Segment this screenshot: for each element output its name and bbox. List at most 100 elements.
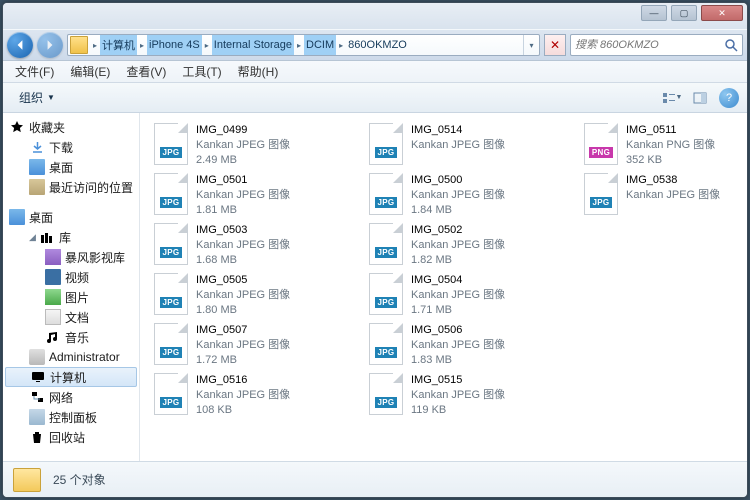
status-count: 25 个对象 bbox=[53, 471, 106, 488]
file-type: Kankan JPEG 图像 bbox=[196, 338, 290, 353]
tree-videos[interactable]: 视频 bbox=[3, 267, 139, 287]
tree-desktop-fav[interactable]: 桌面 bbox=[3, 157, 139, 177]
chevron-icon[interactable]: ▸ bbox=[336, 35, 346, 55]
organize-button[interactable]: 组织 ▼ bbox=[11, 87, 63, 108]
titlebar[interactable]: — ▢ ✕ bbox=[3, 3, 747, 29]
file-item[interactable]: PNGIMG_0511Kankan PNG 图像352 KB bbox=[582, 121, 747, 171]
file-jpg-icon: JPG bbox=[154, 373, 188, 415]
folder-icon bbox=[70, 36, 88, 54]
file-item[interactable]: JPGIMG_0502Kankan JPEG 图像1.82 MB bbox=[367, 221, 582, 271]
menu-tools[interactable]: 工具(T) bbox=[176, 61, 227, 82]
help-button[interactable]: ? bbox=[719, 88, 739, 108]
file-jpg-icon: JPG bbox=[369, 173, 403, 215]
menu-edit[interactable]: 编辑(E) bbox=[64, 61, 116, 82]
file-name: IMG_0511 bbox=[626, 123, 715, 138]
address-dropdown[interactable]: ▾ bbox=[523, 35, 539, 55]
back-button[interactable] bbox=[7, 32, 33, 58]
maximize-button[interactable]: ▢ bbox=[671, 5, 697, 21]
file-item[interactable]: JPGIMG_0507Kankan JPEG 图像1.72 MB bbox=[152, 321, 367, 371]
media-icon bbox=[45, 249, 61, 265]
crumb-folder[interactable]: 860OKMZO bbox=[346, 35, 409, 55]
desktop-icon bbox=[29, 159, 45, 175]
file-list[interactable]: JPGIMG_0499Kankan JPEG 图像2.49 MBJPGIMG_0… bbox=[140, 113, 747, 461]
menu-view[interactable]: 查看(V) bbox=[120, 61, 172, 82]
tree-music[interactable]: 音乐 bbox=[3, 327, 139, 347]
search-input[interactable] bbox=[575, 39, 724, 51]
file-type: Kankan PNG 图像 bbox=[626, 138, 715, 153]
tree-control-panel[interactable]: 控制面板 bbox=[3, 407, 139, 427]
menu-bar: 文件(F) 编辑(E) 查看(V) 工具(T) 帮助(H) bbox=[3, 61, 747, 83]
crumb-device[interactable]: iPhone 4S bbox=[147, 35, 202, 55]
file-jpg-icon: JPG bbox=[369, 273, 403, 315]
file-info: IMG_0504Kankan JPEG 图像1.71 MB bbox=[411, 273, 505, 318]
file-item[interactable]: JPGIMG_0516Kankan JPEG 图像108 KB bbox=[152, 371, 367, 421]
tree-recent[interactable]: 最近访问的位置 bbox=[3, 177, 139, 197]
tree-baofeng[interactable]: 暴风影视库 bbox=[3, 247, 139, 267]
tree-network[interactable]: 网络 bbox=[3, 387, 139, 407]
address-bar[interactable]: ▸ 计算机 ▸ iPhone 4S ▸ Internal Storage ▸ D… bbox=[67, 34, 540, 56]
tree-desktop[interactable]: 桌面 bbox=[3, 207, 139, 227]
video-icon bbox=[45, 269, 61, 285]
file-item[interactable]: JPGIMG_0514Kankan JPEG 图像 bbox=[367, 121, 582, 171]
file-jpg-icon: JPG bbox=[154, 323, 188, 365]
search-icon[interactable] bbox=[724, 38, 738, 52]
file-size: 1.71 MB bbox=[411, 303, 505, 318]
tree-documents[interactable]: 文档 bbox=[3, 307, 139, 327]
file-name: IMG_0503 bbox=[196, 223, 290, 238]
status-bar: 25 个对象 bbox=[3, 461, 747, 497]
search-box[interactable] bbox=[570, 34, 743, 56]
file-size: 1.68 MB bbox=[196, 253, 290, 268]
collapse-icon[interactable]: ◢ bbox=[29, 232, 39, 243]
file-size: 1.82 MB bbox=[411, 253, 505, 268]
tree-admin[interactable]: Administrator bbox=[3, 347, 139, 367]
file-item[interactable]: JPGIMG_0499Kankan JPEG 图像2.49 MB bbox=[152, 121, 367, 171]
file-info: IMG_0502Kankan JPEG 图像1.82 MB bbox=[411, 223, 505, 268]
file-item[interactable]: JPGIMG_0503Kankan JPEG 图像1.68 MB bbox=[152, 221, 367, 271]
file-info: IMG_0506Kankan JPEG 图像1.83 MB bbox=[411, 323, 505, 368]
stop-button[interactable]: ✕ bbox=[544, 34, 566, 56]
file-type: Kankan JPEG 图像 bbox=[196, 388, 290, 403]
chevron-icon[interactable]: ▸ bbox=[90, 35, 100, 55]
star-icon bbox=[9, 119, 25, 135]
tree-favorites[interactable]: 收藏夹 bbox=[3, 117, 139, 137]
file-type: Kankan JPEG 图像 bbox=[196, 138, 290, 153]
tree-libraries[interactable]: ◢库 bbox=[3, 227, 139, 247]
file-item[interactable]: JPGIMG_0504Kankan JPEG 图像1.71 MB bbox=[367, 271, 582, 321]
tree-computer[interactable]: 计算机 bbox=[5, 367, 137, 387]
chevron-icon[interactable]: ▸ bbox=[294, 35, 304, 55]
file-type: Kankan JPEG 图像 bbox=[626, 188, 720, 203]
chevron-icon[interactable]: ▸ bbox=[202, 35, 212, 55]
chevron-icon[interactable]: ▸ bbox=[137, 35, 147, 55]
file-item[interactable]: JPGIMG_0538Kankan JPEG 图像 bbox=[582, 171, 747, 221]
view-options-button[interactable]: ▼ bbox=[659, 87, 685, 109]
file-type: Kankan JPEG 图像 bbox=[196, 238, 290, 253]
menu-help[interactable]: 帮助(H) bbox=[232, 61, 285, 82]
file-item[interactable]: JPGIMG_0506Kankan JPEG 图像1.83 MB bbox=[367, 321, 582, 371]
navigation-pane[interactable]: 收藏夹 下载 桌面 最近访问的位置 桌面 ◢库 暴风影视库 视频 图片 文档 音… bbox=[3, 113, 140, 461]
file-jpg-icon: JPG bbox=[154, 123, 188, 165]
body-pane: 收藏夹 下载 桌面 最近访问的位置 桌面 ◢库 暴风影视库 视频 图片 文档 音… bbox=[3, 113, 747, 461]
network-icon bbox=[29, 389, 45, 405]
crumb-dcim[interactable]: DCIM bbox=[304, 35, 336, 55]
menu-file[interactable]: 文件(F) bbox=[9, 61, 60, 82]
file-info: IMG_0500Kankan JPEG 图像1.84 MB bbox=[411, 173, 505, 218]
file-item[interactable]: JPGIMG_0515Kankan JPEG 图像119 KB bbox=[367, 371, 582, 421]
file-item[interactable]: JPGIMG_0505Kankan JPEG 图像1.80 MB bbox=[152, 271, 367, 321]
forward-button[interactable] bbox=[37, 32, 63, 58]
crumb-storage[interactable]: Internal Storage bbox=[212, 35, 294, 55]
minimize-button[interactable]: — bbox=[641, 5, 667, 21]
file-jpg-icon: JPG bbox=[369, 323, 403, 365]
file-item[interactable]: JPGIMG_0501Kankan JPEG 图像1.81 MB bbox=[152, 171, 367, 221]
tree-pictures[interactable]: 图片 bbox=[3, 287, 139, 307]
crumb-computer[interactable]: 计算机 bbox=[100, 35, 137, 55]
file-size: 1.81 MB bbox=[196, 203, 290, 218]
file-jpg-icon: JPG bbox=[584, 173, 618, 215]
tree-downloads[interactable]: 下载 bbox=[3, 137, 139, 157]
file-item[interactable]: JPGIMG_0500Kankan JPEG 图像1.84 MB bbox=[367, 171, 582, 221]
library-icon bbox=[39, 229, 55, 245]
preview-pane-button[interactable] bbox=[687, 87, 713, 109]
tree-recycle-bin[interactable]: 回收站 bbox=[3, 427, 139, 447]
close-button[interactable]: ✕ bbox=[701, 5, 743, 21]
user-icon bbox=[29, 349, 45, 365]
file-info: IMG_0516Kankan JPEG 图像108 KB bbox=[196, 373, 290, 418]
